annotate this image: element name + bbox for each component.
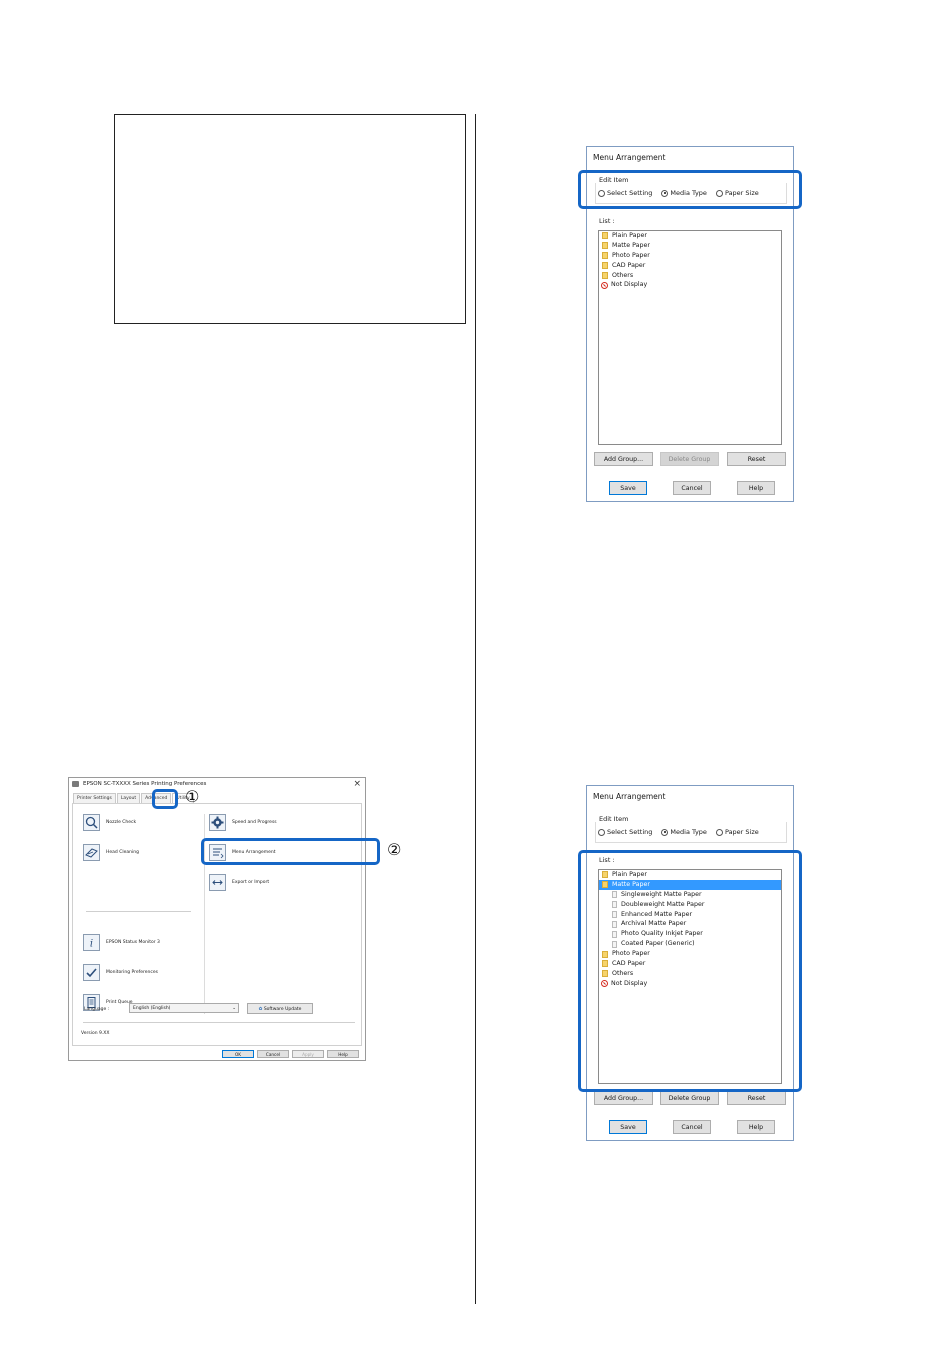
software-update-button[interactable]: ✿ Software Update: [247, 1003, 313, 1014]
list-item-label: Photo Paper: [612, 251, 650, 259]
dialog-title: Menu Arrangement: [593, 792, 666, 801]
radio-circle: [715, 828, 723, 836]
list-item[interactable]: CAD Paper: [599, 261, 781, 271]
gear-icon: [209, 814, 226, 831]
dialog-buttons: OK Cancel Apply Help: [219, 1050, 359, 1058]
dialog-title: Menu Arrangement: [593, 153, 666, 162]
add-group-button[interactable]: Add Group...: [594, 1091, 653, 1105]
language-select[interactable]: English (English) ⌄: [129, 1003, 239, 1013]
chevron-down-icon: ⌄: [232, 1006, 236, 1011]
separator: [86, 911, 191, 912]
radio-select-setting[interactable]: Select Setting: [598, 828, 652, 836]
folder-icon: [602, 272, 608, 279]
edit-item-radios: Select Setting Media Type Paper Size: [598, 828, 768, 836]
apply-button[interactable]: Apply: [292, 1050, 324, 1058]
ok-button[interactable]: OK: [222, 1050, 254, 1058]
list-label: List :: [599, 217, 615, 225]
list-item-label: CAD Paper: [612, 261, 646, 269]
close-icon[interactable]: ×: [353, 778, 361, 790]
radio-label: Media Type: [670, 828, 707, 836]
svg-text:i: i: [90, 939, 93, 950]
callout-number-2: ②: [387, 840, 402, 859]
delete-group-button[interactable]: Delete Group: [660, 1091, 719, 1105]
save-button[interactable]: Save: [609, 1120, 647, 1134]
monitoring-preferences-button[interactable]: Monitoring Preferences: [83, 964, 158, 981]
radio-circle: [598, 828, 605, 836]
help-button[interactable]: Help: [737, 481, 775, 495]
add-group-button[interactable]: Add Group...: [594, 452, 653, 466]
head-cleaning-icon: [83, 844, 100, 861]
list-item[interactable]: Others: [599, 271, 781, 281]
radio-circle-selected: [661, 828, 669, 836]
head-cleaning-label: Head Cleaning: [106, 850, 139, 855]
export-import-icon: [209, 874, 226, 891]
radio-label: Paper Size: [724, 828, 759, 836]
nozzle-check-icon: [83, 814, 100, 831]
status-monitor-button[interactable]: i EPSON Status Monitor 3: [83, 934, 160, 951]
folder-icon: [602, 252, 608, 260]
radio-paper-size[interactable]: Paper Size: [715, 828, 759, 836]
tab-printer-settings[interactable]: Printer Settings: [73, 793, 116, 803]
reset-button[interactable]: Reset: [727, 1091, 786, 1105]
separator-bottom: [83, 1022, 355, 1023]
callout-edit-item: [578, 170, 802, 209]
radio-label: Select Setting: [607, 828, 653, 836]
cancel-button[interactable]: Cancel: [673, 1120, 711, 1134]
callout-list: [578, 850, 802, 1092]
tab-layout[interactable]: Layout: [116, 793, 141, 803]
status-monitor-icon: i: [83, 934, 100, 951]
monitoring-preferences-icon: [83, 964, 100, 981]
callout-utility-tab: [152, 789, 178, 809]
language-label: Language :: [84, 1007, 110, 1012]
radio-media-type[interactable]: Media Type: [661, 828, 707, 836]
save-button[interactable]: Save: [609, 481, 647, 495]
language-value: English (English): [133, 1006, 171, 1011]
column-divider: [475, 114, 476, 1304]
media-list[interactable]: Plain Paper Matte Paper Photo Paper CAD …: [598, 230, 782, 445]
callout-number-1: ①: [185, 787, 200, 806]
callout-menu-arrangement: [201, 838, 380, 865]
export-or-import-button[interactable]: Export or Import: [209, 874, 269, 891]
help-button[interactable]: Help: [327, 1050, 359, 1058]
speed-and-progress-button[interactable]: Speed and Progress: [209, 814, 277, 831]
note-box: [114, 114, 466, 324]
nozzle-check-button[interactable]: Nozzle Check: [83, 814, 136, 831]
list-item-label: Matte Paper: [612, 241, 650, 249]
folder-icon: [602, 232, 608, 240]
not-display-icon: [601, 281, 608, 289]
list-item[interactable]: Not Display: [599, 280, 781, 290]
folder-icon: [602, 242, 608, 250]
dialog-title: EPSON SC-TXXXX Series Printing Preferenc…: [83, 781, 207, 787]
software-update-label: Software Update: [263, 1007, 302, 1012]
speed-and-progress-label: Speed and Progress: [232, 820, 277, 825]
delete-group-button[interactable]: Delete Group: [660, 452, 719, 466]
monitoring-preferences-label: Monitoring Preferences: [106, 970, 158, 975]
export-or-import-label: Export or Import: [232, 880, 270, 885]
version-text: Version 9.XX: [81, 1031, 110, 1036]
printing-preferences-dialog: EPSON SC-TXXXX Series Printing Preferenc…: [68, 777, 366, 1061]
cancel-button[interactable]: Cancel: [673, 481, 711, 495]
reset-button[interactable]: Reset: [727, 452, 786, 466]
status-monitor-label: EPSON Status Monitor 3: [106, 940, 160, 945]
list-item[interactable]: Photo Paper: [599, 251, 781, 261]
list-item-label: Others: [612, 271, 634, 279]
list-item-label: Not Display: [611, 281, 648, 289]
list-item[interactable]: Matte Paper: [599, 241, 781, 251]
list-item-label: Plain Paper: [612, 232, 647, 239]
cancel-button[interactable]: Cancel: [257, 1050, 289, 1058]
help-button[interactable]: Help: [737, 1120, 775, 1134]
folder-icon: [602, 262, 608, 270]
head-cleaning-button[interactable]: Head Cleaning: [83, 844, 139, 861]
edit-item-label: Edit Item: [599, 815, 629, 823]
nozzle-check-label: Nozzle Check: [106, 820, 137, 825]
list-item[interactable]: Plain Paper: [599, 231, 781, 241]
